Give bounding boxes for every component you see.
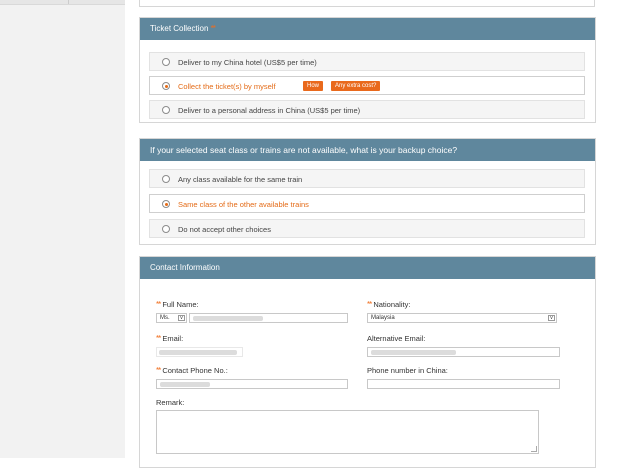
alt-email-label: Alternative Email: — [367, 334, 426, 343]
remark-label: Remark: — [156, 398, 185, 407]
option-label: Deliver to my China hotel (US$5 per time… — [178, 58, 317, 67]
redacted-text — [193, 316, 263, 321]
option-same-class[interactable]: Same class of the other available trains — [149, 194, 585, 213]
required-mark: ** — [156, 366, 161, 375]
required-mark: ** — [210, 24, 216, 33]
china-phone-label: Phone number in China: — [367, 366, 448, 375]
contact-info-panel: Contact Information ** Full Name: Ms. v … — [139, 256, 596, 468]
phone-input[interactable] — [156, 379, 348, 389]
option-any-class[interactable]: Any class available for the same train — [149, 169, 585, 188]
radio-button-selected[interactable] — [162, 200, 170, 208]
nationality-value: Malaysia — [371, 315, 395, 321]
remark-textarea[interactable] — [156, 410, 539, 454]
nationality-label-text: Nationality: — [373, 300, 411, 309]
required-mark: ** — [367, 300, 372, 309]
title-select[interactable]: Ms. v — [156, 313, 187, 323]
ticket-collection-header: Ticket Collection ** — [140, 18, 595, 40]
radio-button-selected[interactable] — [162, 82, 170, 90]
backup-choice-title: If your selected seat class or trains ar… — [150, 145, 458, 155]
china-phone-input[interactable] — [367, 379, 560, 389]
radio-button[interactable] — [162, 175, 170, 183]
phone-label: ** Contact Phone No.: — [156, 366, 228, 375]
sidebar-tab-separator — [68, 0, 69, 4]
alt-email-input[interactable] — [367, 347, 560, 357]
option-label: Collect the ticket(s) by myself — [178, 82, 276, 91]
email-label-text: Email: — [162, 334, 184, 343]
contact-info-header: Contact Information — [140, 257, 595, 279]
full-name-label: ** Full Name: — [156, 300, 199, 309]
redacted-text — [159, 350, 237, 355]
radio-button[interactable] — [162, 225, 170, 233]
radio-button[interactable] — [162, 106, 170, 114]
resize-handle-icon[interactable] — [531, 446, 537, 452]
required-mark: ** — [156, 334, 161, 343]
option-deliver-personal[interactable]: Deliver to a personal address in China (… — [149, 100, 585, 119]
previous-panel-bottom — [139, 0, 595, 7]
backup-choice-panel: If your selected seat class or trains ar… — [139, 138, 596, 245]
sidebar-tab-strip — [0, 0, 125, 5]
chevron-down-icon: v — [178, 315, 185, 321]
email-label: ** Email: — [156, 334, 183, 343]
title-select-value: Ms. — [160, 315, 170, 321]
left-sidebar — [0, 0, 125, 458]
full-name-input[interactable] — [189, 313, 348, 323]
redacted-text — [371, 350, 456, 355]
contact-info-title: Contact Information — [150, 263, 220, 272]
option-label: Deliver to a personal address in China (… — [178, 106, 361, 115]
option-deliver-hotel[interactable]: Deliver to my China hotel (US$5 per time… — [149, 52, 585, 71]
extra-cost-badge[interactable]: Any extra cost? — [331, 81, 381, 91]
option-label: Same class of the other available trains — [178, 200, 309, 209]
chevron-down-icon: v — [548, 315, 555, 321]
full-name-label-text: Full Name: — [162, 300, 199, 309]
backup-choice-header: If your selected seat class or trains ar… — [140, 139, 595, 161]
ticket-collection-panel: Ticket Collection ** Deliver to my China… — [139, 17, 596, 123]
nationality-select[interactable]: Malaysia v — [367, 313, 557, 323]
phone-label-text: Contact Phone No.: — [162, 366, 228, 375]
option-no-other[interactable]: Do not accept other choices — [149, 219, 585, 238]
option-label: Do not accept other choices — [178, 225, 271, 234]
nationality-label: ** Nationality: — [367, 300, 410, 309]
option-label: Any class available for the same train — [178, 175, 303, 184]
ticket-collection-title: Ticket Collection — [150, 24, 209, 33]
redacted-text — [160, 382, 210, 387]
how-badge[interactable]: How — [303, 81, 324, 91]
option-collect-myself[interactable]: Collect the ticket(s) by myself How Any … — [149, 76, 585, 95]
email-input[interactable] — [156, 347, 243, 357]
required-mark: ** — [156, 300, 161, 309]
radio-button[interactable] — [162, 58, 170, 66]
